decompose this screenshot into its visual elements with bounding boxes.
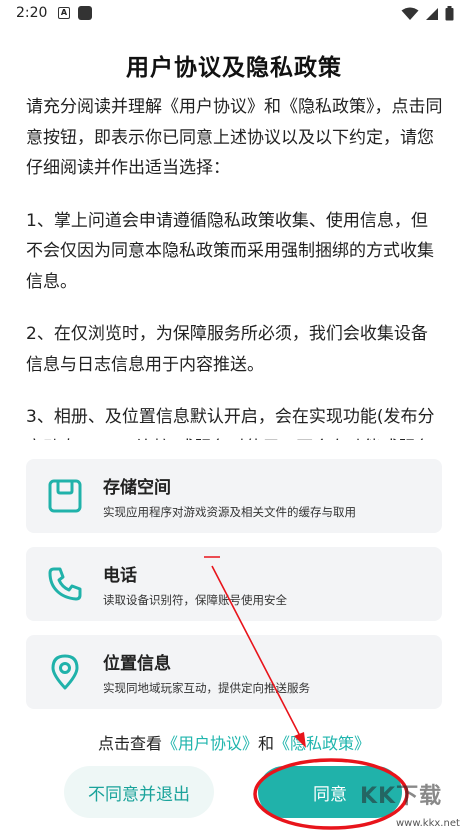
status-time: 2:20 <box>16 5 48 21</box>
dialog-title: 用户协议及隐私政策 <box>126 55 342 81</box>
permission-card-location: 位置信息 实现同地域玩家互动，提供定向推送服务 <box>26 635 442 709</box>
battery-icon <box>445 6 454 21</box>
disagree-exit-button[interactable]: 不同意并退出 <box>64 766 214 818</box>
wifi-icon <box>401 7 419 20</box>
agreement-paragraph: 3、相册、及位置信息默认开启，会在实现功能(发布分享动态)、(wifi连接)或服… <box>26 407 435 440</box>
agreement-paragraph: 1、掌上问道会申请遵循隐私政策收集、使用信息，但不会仅因为同意本隐私政策而采用强… <box>26 210 434 292</box>
privacy-policy-link[interactable]: 《隐私政策》 <box>274 734 370 753</box>
permission-desc: 读取设备识别符，保障账号使用安全 <box>103 593 287 607</box>
permission-title: 存储空间 <box>103 478 171 498</box>
watermark-logo: KK下载 <box>360 784 443 809</box>
user-agreement-link[interactable]: 《用户协议》 <box>162 734 258 753</box>
permission-title: 位置信息 <box>103 654 171 674</box>
status-square-icon <box>78 6 92 20</box>
agreement-paragraph: 请充分阅读并理解《用户协议》和《隐私政策》，点击同意按钮，即表示你已同意上述协议… <box>26 97 443 178</box>
watermark-url: www.kkx.net <box>396 818 460 829</box>
location-icon <box>51 654 79 690</box>
permission-card-phone: 电话 读取设备识别符，保障账号使用安全 <box>26 547 442 621</box>
status-right-icons <box>401 6 454 21</box>
permission-desc: 实现同地域玩家互动，提供定向推送服务 <box>103 681 310 695</box>
status-a-icon: A <box>58 7 70 19</box>
agreement-text-scroll[interactable]: 请充分阅读并理解《用户协议》和《隐私政策》，点击同意按钮，即表示你已同意上述协议… <box>26 92 444 440</box>
links-prefix: 点击查看 <box>97 734 162 753</box>
signal-icon <box>426 7 438 20</box>
phone-icon <box>48 567 82 601</box>
permission-card-storage: 存储空间 实现应用程序对游戏资源及相关文件的缓存与取用 <box>26 459 442 533</box>
agreement-links: 点击查看《用户协议》和《隐私政策》 <box>0 730 468 754</box>
permission-title: 电话 <box>103 566 137 586</box>
agreement-paragraph: 2、在仅浏览时，为保障服务所必须，我们会收集设备信息与日志信息用于内容推送。 <box>26 324 428 375</box>
links-and: 和 <box>258 734 275 753</box>
storage-icon <box>48 479 82 513</box>
status-bar: 2:20 A <box>0 0 468 28</box>
permission-desc: 实现应用程序对游戏资源及相关文件的缓存与取用 <box>103 505 356 519</box>
